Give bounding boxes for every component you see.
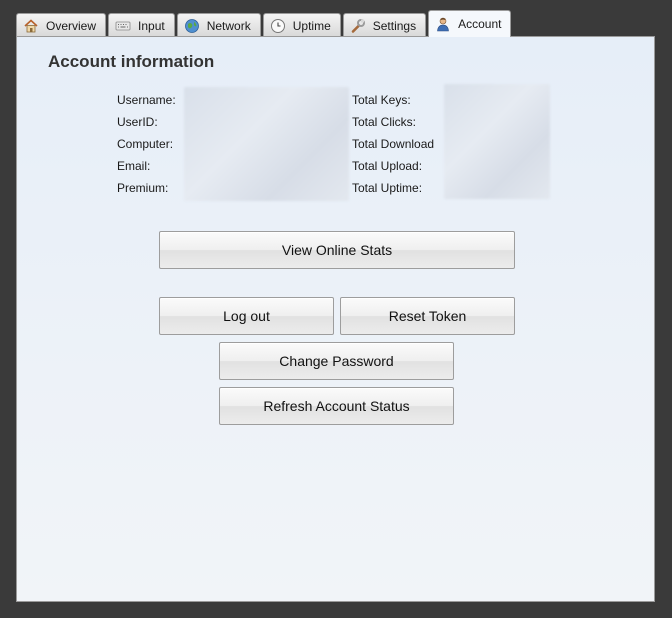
username-label: Username:	[117, 93, 176, 107]
home-icon	[23, 18, 39, 34]
premium-label: Premium:	[117, 181, 169, 195]
tab-input[interactable]: Input	[108, 13, 175, 37]
log-out-button[interactable]: Log out	[159, 297, 334, 335]
change-password-button[interactable]: Change Password	[219, 342, 454, 380]
tab-network[interactable]: Network	[176, 13, 261, 37]
wrench-icon	[350, 18, 366, 34]
globe-icon	[184, 18, 200, 34]
total-keys-label: Total Keys:	[352, 93, 411, 107]
view-online-stats-button[interactable]: View Online Stats	[159, 231, 515, 269]
total-upload-label: Total Upload:	[352, 159, 423, 173]
total-clicks-label: Total Clicks:	[352, 115, 417, 129]
tab-overview[interactable]: Overview	[16, 13, 107, 37]
userid-label: UserID:	[117, 115, 158, 129]
tab-uptime[interactable]: Uptime	[262, 13, 341, 37]
tab-label: Settings	[372, 18, 417, 33]
tab-account[interactable]: Account	[428, 10, 512, 37]
redacted-account-values	[184, 87, 349, 201]
reset-token-button[interactable]: Reset Token	[340, 297, 515, 335]
computer-label: Computer:	[117, 137, 174, 151]
refresh-account-status-button[interactable]: Refresh Account Status	[219, 387, 454, 425]
tab-settings[interactable]: Settings	[342, 13, 427, 37]
tab-label: Uptime	[292, 18, 331, 33]
keyboard-icon	[115, 18, 131, 34]
page-title: Account information	[48, 52, 215, 71]
tab-label: Overview	[46, 18, 97, 33]
email-label: Email:	[117, 159, 151, 173]
total-download-label: Total Download	[352, 137, 435, 151]
user-icon	[435, 16, 451, 32]
account-panel: Account information Username: UserID: Co…	[16, 36, 655, 602]
tab-label: Input	[138, 18, 165, 33]
tab-bar: Overview Input Network Uptime Settings A…	[16, 10, 513, 37]
total-uptime-label: Total Uptime:	[352, 181, 423, 195]
tab-label: Account	[458, 17, 502, 31]
clock-icon	[270, 18, 286, 34]
redacted-stats-values	[444, 84, 550, 199]
tab-label: Network	[206, 18, 251, 33]
